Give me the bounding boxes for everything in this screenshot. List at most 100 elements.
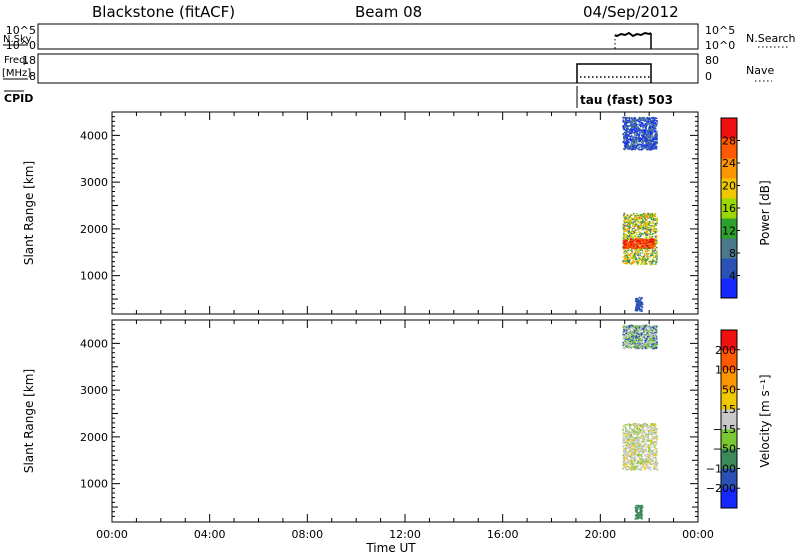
data-cell [652,233,654,235]
data-cell [646,121,649,124]
data-cell [637,236,640,238]
data-cell [644,263,646,266]
data-cell [635,430,637,432]
data-cell [626,465,628,467]
data-cell [647,239,649,242]
data-cell [625,116,628,119]
data-cell [626,459,629,461]
data-cell [638,116,641,119]
data-cell [640,436,642,438]
data-cell [644,216,646,219]
data-cell [631,125,633,127]
data-cell [643,139,646,141]
data-cell [651,423,653,425]
data-cell [633,126,636,129]
data-cell [644,147,646,150]
data-cell [642,137,645,140]
velocity-colorbar-title: Velocity [m s⁻¹] [758,374,772,467]
data-cell [637,325,640,327]
data-cell [628,429,631,431]
data-cell [631,239,634,241]
data-cell [637,253,640,255]
data-cell [623,232,625,235]
data-cell [635,242,637,245]
data-cell [637,129,640,131]
data-cell [622,133,625,135]
data-cell [654,117,656,119]
data-cell [639,128,642,131]
data-cell [643,429,645,431]
colorbar-tick-label: 15 [722,403,736,416]
data-cell [628,119,630,121]
data-cell [649,142,651,144]
data-cell [649,260,652,263]
data-cell [647,444,650,447]
data-cell [627,221,630,223]
data-cell [651,117,654,119]
data-cell [624,120,626,122]
data-cell [656,218,658,220]
data-cell [641,141,643,143]
data-cell [646,466,649,468]
data-cell [647,217,649,219]
data-cell [627,434,630,437]
data-cell [647,433,649,435]
data-cell [655,135,657,138]
power-axis-ticks [111,112,699,314]
data-cell [656,439,658,441]
data-cell [647,450,650,452]
data-cell [644,118,647,120]
data-cell [638,329,640,332]
data-cell [645,439,647,441]
x-axis-tick-labels: 00:00 04:00 08:00 12:00 16:00 20:00 00:00 [96,528,714,541]
data-cell [651,121,654,123]
data-cell [632,137,634,139]
data-cell [626,436,629,438]
data-cell [640,469,642,471]
data-cell [641,215,644,217]
data-cell [636,450,638,452]
data-cell [655,146,657,148]
data-cell [641,306,644,309]
data-cell [626,431,629,434]
data-cell [651,458,654,460]
data-cell [649,128,651,130]
data-cell [655,467,657,470]
data-cell [635,222,637,224]
data-cell [646,117,648,119]
velocity-colorbar: 200 100 50 15 −15 −50 −100 −200 [706,329,740,509]
data-cell [634,258,637,261]
data-cell [631,252,633,254]
data-cell [651,218,653,221]
data-cell [642,218,645,221]
data-cell [630,457,632,459]
data-cell [636,516,638,519]
data-cell [651,450,654,452]
data-cell [651,441,653,443]
data-cell [637,300,639,302]
data-cell [643,238,646,241]
data-cell [626,143,628,145]
data-cell [627,245,629,248]
colorbar-tick-label: 200 [715,344,736,357]
data-cell [648,448,651,450]
data-cell [629,232,631,235]
data-cell [630,333,633,335]
data-cell [626,137,629,139]
data-cell [624,116,626,119]
data-cell [626,229,628,231]
data-cell [635,328,637,330]
data-cell [633,232,635,234]
data-cell [634,147,636,149]
y-tick-label: 2000 [80,431,108,444]
noise-sky-trace [614,31,652,38]
data-cell [642,117,644,119]
data-cell [633,447,635,450]
data-cell [630,467,632,469]
data-cell [627,332,629,334]
data-cell [646,338,648,340]
data-cell [622,324,625,327]
data-cell [646,244,648,247]
data-cell [640,441,643,443]
data-cell [647,148,649,150]
